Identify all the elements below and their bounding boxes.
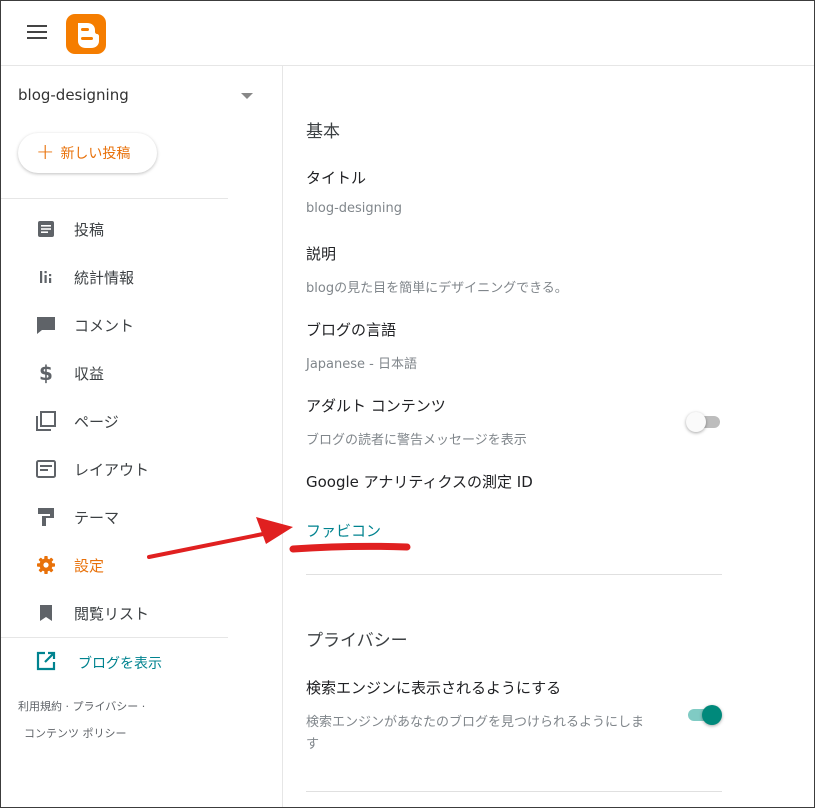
sidebar-item-stats[interactable]: 統計情報 — [1, 257, 283, 297]
blog-selector[interactable]: blog-designing — [18, 86, 129, 104]
sidebar-item-label: 閲覧リスト — [74, 604, 150, 623]
sidebar-item-layout[interactable]: レイアウト — [1, 449, 283, 489]
section-title-basic: 基本 — [306, 122, 340, 142]
pages-icon — [36, 411, 56, 431]
footer-links: 利用規約 · プライバシー · コンテンツ ポリシー — [18, 693, 145, 747]
sidebar-item-settings[interactable]: 設定 — [1, 545, 283, 585]
posts-icon — [36, 219, 56, 239]
app-window: blog-designing + 新しい投稿 投稿 統計情報 コメント $ 収益… — [0, 0, 815, 808]
top-bar — [1, 1, 814, 66]
new-post-button[interactable]: + 新しい投稿 — [18, 133, 157, 173]
section-divider — [306, 791, 722, 792]
section-divider — [306, 574, 722, 575]
search-visibility-description-line1: 検索エンジンがあなたのブログを見つけられるようにしま — [306, 715, 645, 730]
plus-icon: + — [36, 140, 55, 165]
language-setting-label[interactable]: ブログの言語 — [306, 319, 396, 340]
search-visibility-toggle[interactable] — [686, 705, 722, 725]
sidebar-item-posts[interactable]: 投稿 — [1, 209, 283, 249]
bookmark-icon — [36, 603, 56, 623]
adult-content-description: ブログの読者に警告メッセージを表示 — [306, 433, 527, 448]
language-setting-value: Japanese - 日本語 — [306, 357, 417, 372]
sidebar-item-pages[interactable]: ページ — [1, 401, 283, 441]
title-setting-value: blog-designing — [306, 201, 402, 216]
sidebar-item-label: テーマ — [74, 508, 120, 527]
comment-icon — [36, 315, 56, 335]
dollar-icon: $ — [39, 361, 53, 385]
title-setting-label[interactable]: タイトル — [306, 167, 366, 188]
view-blog-link[interactable]: ブログを表示 — [36, 651, 162, 675]
sidebar-item-label: 収益 — [74, 364, 105, 383]
sidebar-item-label: コメント — [74, 316, 135, 335]
sidebar-item-reading-list[interactable]: 閲覧リスト — [1, 593, 283, 633]
section-title-privacy: プライバシー — [306, 631, 408, 651]
hamburger-menu-icon[interactable] — [27, 25, 47, 41]
layout-icon — [36, 459, 56, 479]
sidebar-item-earnings[interactable]: $ 収益 — [1, 353, 283, 393]
sidebar-item-label: 設定 — [74, 556, 105, 575]
search-visibility-description-line2: す — [306, 737, 320, 752]
blogger-logo[interactable] — [66, 14, 106, 54]
divider — [1, 198, 228, 199]
description-setting-label[interactable]: 説明 — [306, 243, 336, 264]
search-visibility-label: 検索エンジンに表示されるようにする — [306, 679, 562, 697]
caret-down-icon[interactable] — [241, 93, 253, 99]
divider — [1, 637, 228, 638]
sidebar-item-label: ページ — [74, 412, 119, 431]
annotation-underline — [289, 542, 411, 553]
footer-links-line2[interactable]: コンテンツ ポリシー — [18, 720, 145, 747]
new-post-label: 新しい投稿 — [60, 146, 131, 162]
open-external-icon — [36, 651, 56, 675]
sidebar-item-theme[interactable]: テーマ — [1, 497, 283, 537]
sidebar-item-comments[interactable]: コメント — [1, 305, 283, 345]
description-setting-value: blogの見た目を簡単にデザイニングできる。 — [306, 281, 568, 296]
footer-links-line1[interactable]: 利用規約 · プライバシー · — [18, 693, 145, 720]
gear-icon — [36, 555, 56, 575]
view-blog-label: ブログを表示 — [78, 656, 162, 672]
adult-content-label: アダルト コンテンツ — [306, 397, 446, 415]
sidebar: blog-designing + 新しい投稿 投稿 統計情報 コメント $ 収益… — [1, 66, 283, 807]
analytics-id-label[interactable]: Google アナリティクスの測定 ID — [306, 471, 533, 492]
stats-icon — [36, 267, 56, 287]
adult-content-toggle[interactable] — [686, 412, 722, 432]
favicon-link[interactable]: ファビコン — [306, 520, 381, 541]
sidebar-item-label: レイアウト — [74, 460, 150, 479]
theme-icon — [36, 507, 56, 527]
sidebar-item-label: 投稿 — [74, 220, 105, 239]
sidebar-item-label: 統計情報 — [74, 268, 135, 287]
